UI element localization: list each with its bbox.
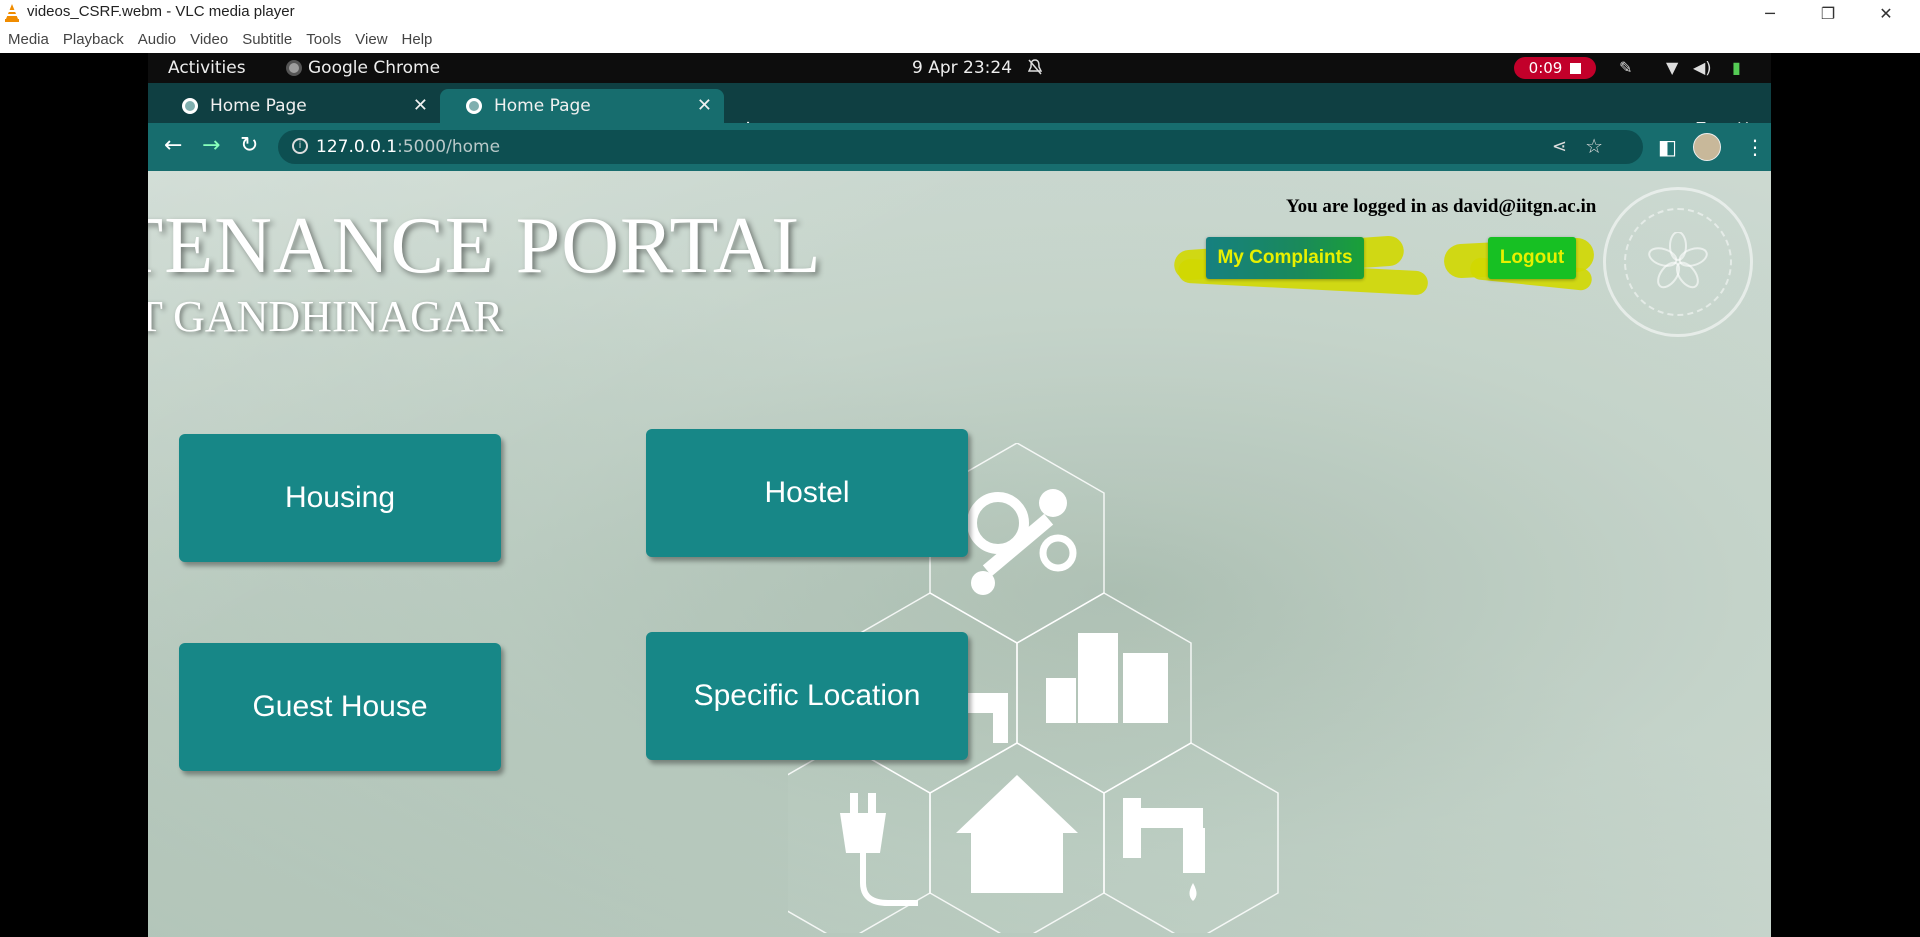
housing-tile[interactable]: Housing	[179, 434, 501, 562]
close-tab-icon[interactable]: ✕	[697, 95, 712, 116]
app-menu[interactable]: Google Chrome	[286, 58, 440, 78]
guest-house-tile[interactable]: Guest House	[179, 643, 501, 771]
tab-home-page-1[interactable]: Home Page ✕	[156, 89, 440, 123]
url-path: :5000/home	[397, 137, 501, 157]
browser-toolbar: ← → ↻ i 127.0.0.1:5000/home ⋖ ☆ ◧ ⋮	[148, 123, 1771, 171]
share-icon[interactable]: ⋖	[1552, 136, 1567, 157]
tab-strip: Home Page ✕ Home Page ✕ + ⌄ _ ⧉ ✕	[148, 83, 1771, 143]
url-host: 127.0.0.1	[316, 137, 398, 157]
hostel-tile[interactable]: Hostel	[646, 429, 968, 557]
gnome-top-bar: Activities Google Chrome 9 Apr 23:24 0:0…	[148, 53, 1771, 83]
menu-playback[interactable]: Playback	[63, 31, 124, 48]
menu-video[interactable]: Video	[190, 31, 228, 48]
user-email: david@iitgn.ac.in	[1452, 196, 1597, 217]
globe-icon	[466, 98, 482, 114]
restore-button[interactable]: ❐	[1799, 0, 1857, 26]
minimize-button[interactable]: ─	[1741, 0, 1799, 26]
activities-button[interactable]: Activities	[168, 58, 246, 78]
clock[interactable]: 9 Apr 23:24	[912, 58, 1012, 78]
site-info-icon[interactable]: i	[292, 138, 308, 154]
menu-tools[interactable]: Tools	[306, 31, 341, 48]
video-frame[interactable]: Activities Google Chrome 9 Apr 23:24 0:0…	[148, 53, 1771, 937]
menu-view[interactable]: View	[355, 31, 387, 48]
logout-button[interactable]: Logout	[1488, 237, 1576, 279]
specific-location-tile[interactable]: Specific Location	[646, 632, 968, 760]
close-tab-icon[interactable]: ✕	[413, 95, 428, 116]
vlc-menubar: Media Playback Audio Video Subtitle Tool…	[0, 26, 1920, 53]
vlc-title-bar: videos_CSRF.webm - VLC media player ─ ❐ …	[0, 0, 1920, 26]
url-text: 127.0.0.1:5000/home	[316, 137, 500, 157]
tab-home-page-2[interactable]: Home Page ✕	[440, 89, 724, 123]
institute-seal-logo	[1603, 187, 1753, 337]
menu-subtitle[interactable]: Subtitle	[242, 31, 292, 48]
tab-title: Home Page	[494, 96, 591, 116]
kebab-menu-icon[interactable]: ⋮	[1745, 135, 1765, 159]
globe-icon	[182, 98, 198, 114]
chrome-icon	[286, 60, 302, 76]
portal-page: INTENANCE PORTAL T GANDHINAGAR You are l…	[148, 171, 1771, 937]
volume-icon[interactable]: ◀)	[1693, 58, 1712, 77]
reload-button[interactable]: ↻	[240, 133, 258, 158]
recording-time: 0:09	[1528, 59, 1563, 77]
menu-audio[interactable]: Audio	[138, 31, 176, 48]
login-status: You are logged in as david@iitgn.ac.in	[1286, 196, 1596, 218]
menu-media[interactable]: Media	[8, 31, 49, 48]
app-menu-label: Google Chrome	[308, 58, 441, 78]
forward-button[interactable]: →	[202, 133, 220, 158]
battery-icon[interactable]: ▮	[1732, 58, 1741, 77]
my-complaints-button[interactable]: My Complaints	[1206, 237, 1364, 279]
back-button[interactable]: ←	[164, 133, 182, 158]
address-bar[interactable]: i 127.0.0.1:5000/home ⋖ ☆	[278, 130, 1643, 164]
window-title: videos_CSRF.webm - VLC media player	[27, 3, 295, 20]
login-status-prefix: You are logged in as	[1286, 196, 1453, 217]
vlc-cone-icon	[5, 4, 19, 22]
seal-flower-icon	[1648, 232, 1708, 289]
profile-avatar[interactable]	[1693, 133, 1721, 161]
portal-title: INTENANCE PORTAL	[148, 202, 822, 290]
pen-icon[interactable]: ✎	[1619, 58, 1632, 77]
close-window-button[interactable]: ✕	[1857, 0, 1915, 26]
tab-title: Home Page	[210, 96, 307, 116]
side-panel-icon[interactable]: ◧	[1658, 135, 1677, 159]
stop-icon	[1570, 62, 1582, 74]
wifi-icon[interactable]: ▼	[1666, 58, 1678, 77]
portal-subtitle: T GANDHINAGAR	[148, 292, 504, 341]
bookmark-star-icon[interactable]: ☆	[1585, 134, 1603, 158]
menu-help[interactable]: Help	[402, 31, 433, 48]
screen-recording-indicator[interactable]: 0:09	[1514, 57, 1596, 79]
bell-icon	[1028, 59, 1042, 75]
